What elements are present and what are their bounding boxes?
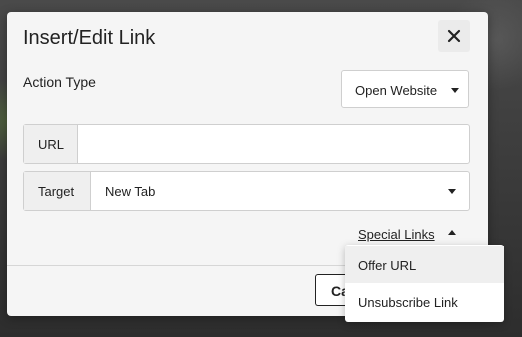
chevron-down-icon bbox=[448, 189, 456, 194]
menu-item-label: Offer URL bbox=[358, 258, 417, 273]
target-label: Target bbox=[38, 184, 75, 199]
dialog-title: Insert/Edit Link bbox=[23, 27, 156, 49]
special-links-menu: Offer URL Unsubscribe Link bbox=[345, 245, 504, 322]
chevron-down-icon bbox=[451, 88, 459, 93]
chevron-up-icon[interactable] bbox=[448, 230, 456, 235]
action-type-label: Action Type bbox=[23, 74, 96, 90]
action-type-select[interactable]: Open Website bbox=[341, 70, 469, 108]
url-field: URL bbox=[23, 124, 470, 164]
menu-item-label: Unsubscribe Link bbox=[358, 295, 458, 310]
target-label-addon: Target bbox=[24, 172, 91, 210]
target-field[interactable]: Target New Tab bbox=[23, 171, 470, 211]
menu-item-unsubscribe-link[interactable]: Unsubscribe Link bbox=[345, 283, 504, 320]
close-icon bbox=[447, 29, 461, 43]
action-type-value: Open Website bbox=[355, 83, 438, 98]
menu-item-offer-url[interactable]: Offer URL bbox=[345, 246, 504, 283]
special-links-toggle[interactable]: Special Links bbox=[358, 227, 435, 242]
url-label: URL bbox=[38, 137, 65, 152]
close-button[interactable] bbox=[438, 20, 470, 52]
target-value: New Tab bbox=[105, 184, 156, 199]
url-input[interactable] bbox=[78, 125, 458, 163]
url-label-addon: URL bbox=[24, 125, 78, 163]
